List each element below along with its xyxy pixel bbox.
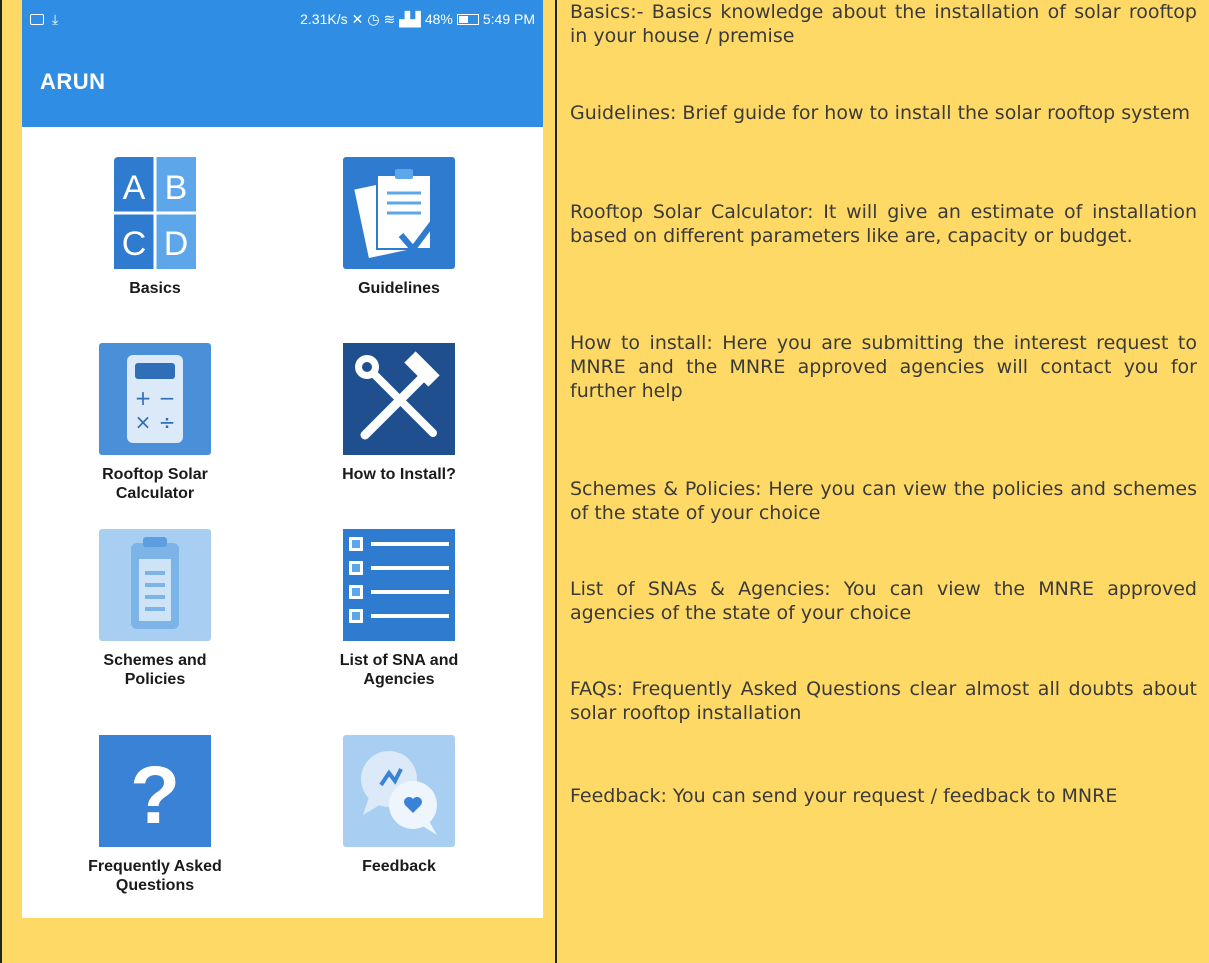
description-guidelines: Guidelines: Brief guide for how to insta… <box>570 102 1190 124</box>
document-icon <box>99 529 211 641</box>
tile-label: Rooftop Solar Calculator <box>102 466 208 502</box>
svg-text:A: A <box>123 169 146 207</box>
chat-bubbles-icon <box>343 735 455 847</box>
question-icon: ? <box>99 735 211 847</box>
tile-list-of-sna-and-agencies[interactable]: List of SNA and Agencies <box>284 529 514 689</box>
tile-label: Basics <box>129 280 181 297</box>
gallery-icon <box>30 13 44 25</box>
svg-text:B: B <box>165 169 188 207</box>
tile-frequently-asked-questions[interactable]: ? Frequently Asked Questions <box>40 735 270 895</box>
tile-schemes-and-policies[interactable]: Schemes and Policies <box>40 529 270 689</box>
download-icon: ⤓ <box>52 10 59 27</box>
tile-label: Schemes and Policies <box>103 652 207 688</box>
tools-icon <box>343 343 455 455</box>
abcd-icon: A B C D <box>114 157 196 269</box>
menu-grid: A B C D Basics Guidelines + − × ÷ Roofto… <box>22 127 543 917</box>
clipboard-check-icon <box>343 157 455 269</box>
tile-how-to-install[interactable]: How to Install? <box>284 343 514 484</box>
app-title: ARUN <box>40 69 106 94</box>
description-how-to-install: How to install: Here you are submitting … <box>570 332 1197 402</box>
tile-feedback[interactable]: Feedback <box>284 735 514 876</box>
tile-label: List of SNA and Agencies <box>339 652 459 688</box>
description-faqs: FAQs: Frequently Asked Questions clear a… <box>570 678 1197 724</box>
tile-guidelines[interactable]: Guidelines <box>284 157 514 298</box>
svg-text:+: + <box>135 386 152 410</box>
tile-label: Feedback <box>362 858 436 875</box>
description-calculator: Rooftop Solar Calculator: It will give a… <box>570 201 1197 247</box>
battery-percent: 48% <box>424 11 453 27</box>
tile-rooftop-solar-calculator[interactable]: + − × ÷ Rooftop Solar Calculator <box>40 343 270 503</box>
tile-label: Guidelines <box>358 280 440 297</box>
status-bar: ⤓ 2.31K/s ✕ ◷ ≋ ▟▟ 48% 5:49 PM <box>22 0 543 38</box>
column-divider <box>555 0 557 963</box>
tile-label: Frequently Asked Questions <box>88 858 222 894</box>
mute-icon: ✕ <box>351 10 364 27</box>
description-basics: Basics:- Basics knowledge about the inst… <box>570 1 1197 47</box>
network-speed: 2.31K/s <box>300 11 348 27</box>
signal-icon: ▟▟ <box>399 10 421 27</box>
svg-text:×: × <box>135 410 152 434</box>
status-time: 5:49 PM <box>482 11 535 27</box>
description-list: List of SNAs & Agencies: You can view th… <box>570 578 1197 624</box>
list-icon <box>343 529 455 641</box>
svg-text:C: C <box>122 225 147 263</box>
description-schemes: Schemes & Policies: Here you can view th… <box>570 478 1197 524</box>
alarm-icon: ◷ <box>367 10 380 27</box>
wifi-icon: ≋ <box>383 10 396 27</box>
tile-basics[interactable]: A B C D Basics <box>40 157 270 298</box>
svg-text:−: − <box>159 386 176 410</box>
svg-text:?: ? <box>130 750 180 841</box>
app-bar: ARUN <box>22 37 543 127</box>
description-feedback: Feedback: You can send your request / fe… <box>570 785 1118 807</box>
phone-screenshot: ⤓ 2.31K/s ✕ ◷ ≋ ▟▟ 48% 5:49 PM ARUN A B … <box>22 0 543 918</box>
svg-text:÷: ÷ <box>159 410 176 434</box>
calculator-icon: + − × ÷ <box>99 343 211 455</box>
tile-label: How to Install? <box>342 466 456 483</box>
svg-text:D: D <box>164 225 189 263</box>
battery-icon <box>456 13 479 25</box>
